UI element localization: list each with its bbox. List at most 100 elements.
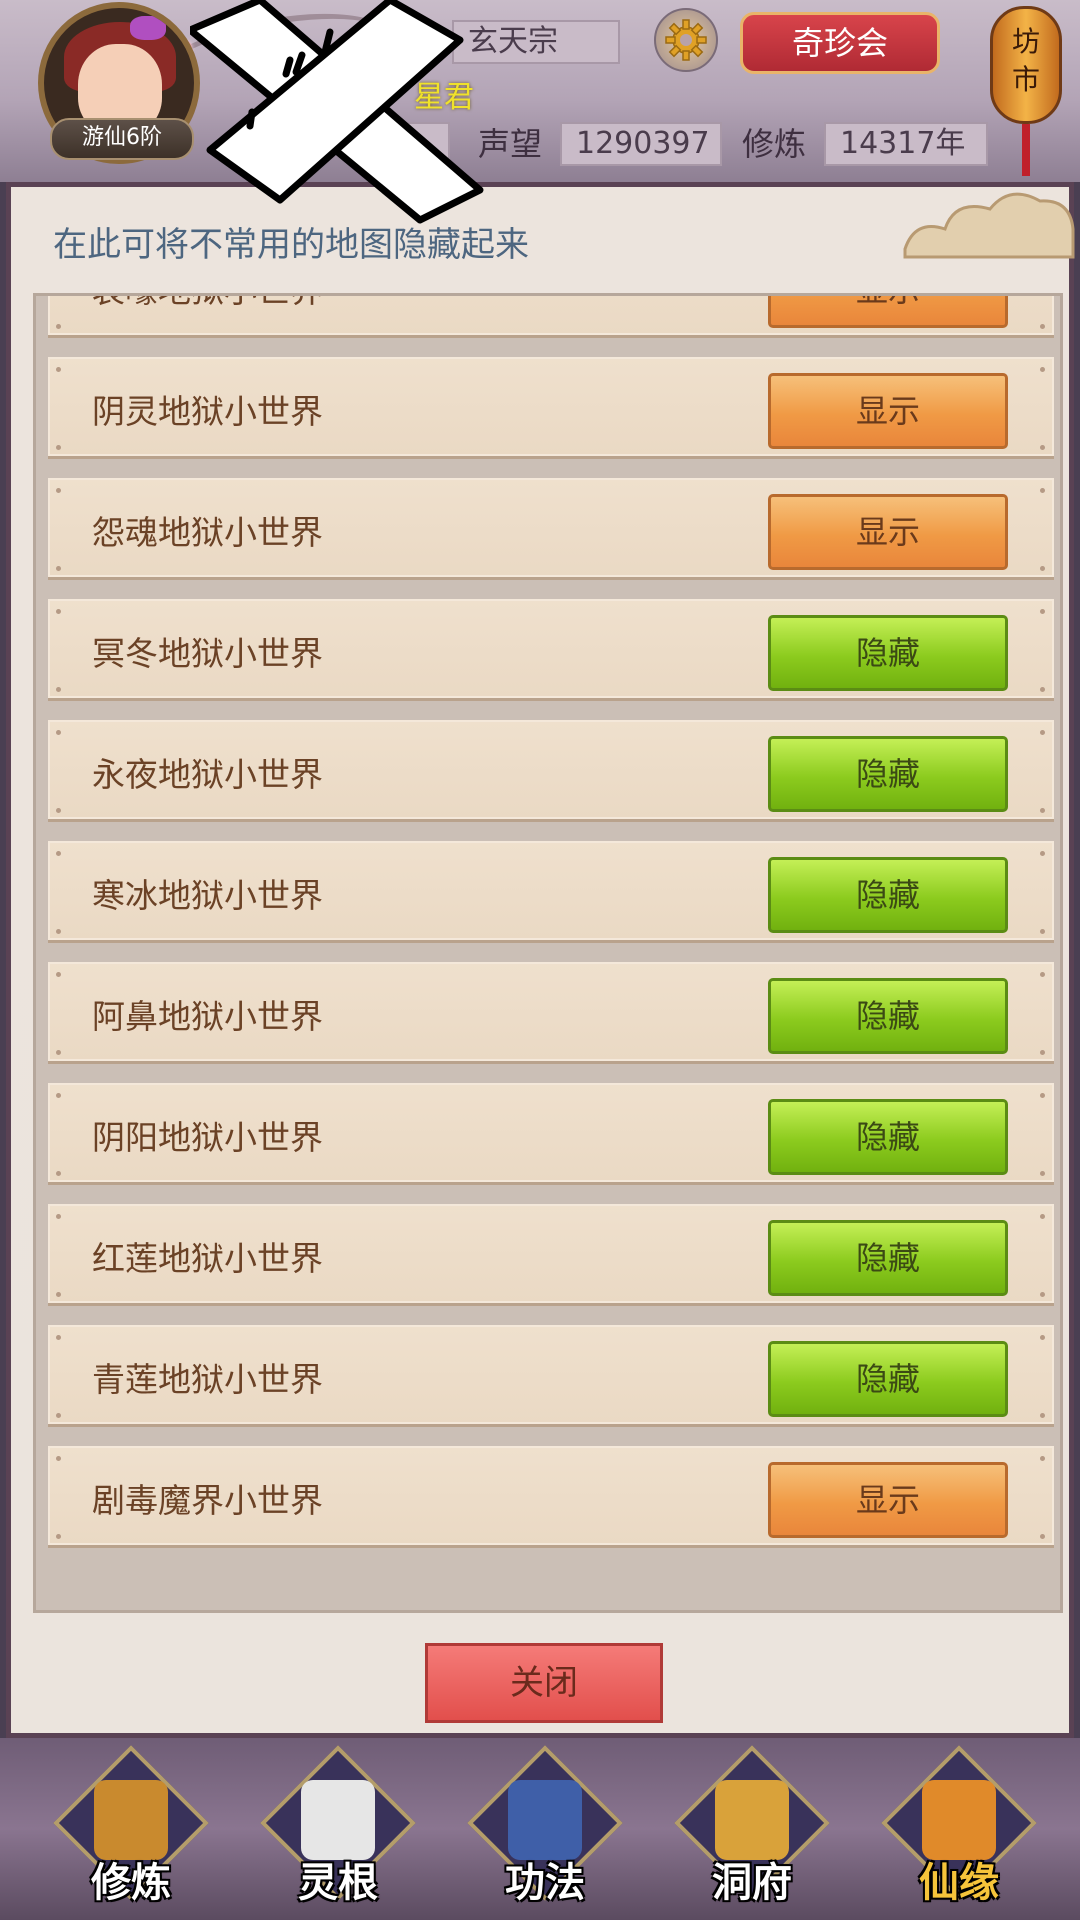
rivet-decoration	[1040, 1093, 1045, 1098]
show-map-button[interactable]: 显示	[768, 1462, 1008, 1538]
map-row: 青莲地狱小世界 隐藏	[48, 1325, 1054, 1427]
cloud-decoration	[903, 192, 1075, 259]
meditating-monk-icon	[94, 1780, 168, 1860]
top-status-bar: 游仙6阶 玄天宗 星君 声望 1290397 修炼 14317年 奇珍会 坊市	[0, 0, 1080, 182]
cultivation-rank-badge: 游仙6阶	[50, 118, 194, 160]
map-row: 哀嚎地狱小世界 显示	[48, 296, 1054, 338]
rivet-decoration	[1040, 445, 1045, 450]
map-name: 哀嚎地狱小世界	[92, 296, 323, 312]
rivet-decoration	[56, 1456, 61, 1461]
rivet-decoration	[56, 488, 61, 493]
map-list-scroll-area[interactable]: 哀嚎地狱小世界显示阴灵地狱小世界显示怨魂地狱小世界显示冥冬地狱小世界隐藏永夜地狱…	[33, 293, 1063, 1613]
rivet-decoration	[56, 1335, 61, 1340]
rivet-decoration	[1040, 1171, 1045, 1176]
rivet-decoration	[56, 445, 61, 450]
rivet-decoration	[56, 609, 61, 614]
map-row: 冥冬地狱小世界 隐藏	[48, 599, 1054, 701]
rivet-decoration	[56, 1534, 61, 1539]
rivet-decoration	[1040, 1214, 1045, 1219]
show-map-button[interactable]: 显示	[768, 373, 1008, 449]
map-row: 阴阳地狱小世界 隐藏	[48, 1083, 1054, 1185]
hide-map-button[interactable]: 隐藏	[768, 1220, 1008, 1296]
reputation-value: 1290397	[560, 122, 722, 166]
bottom-navigation: 修炼 灵根 功法 洞府 仙缘	[0, 1738, 1080, 1920]
nav-item-3[interactable]: 洞府	[674, 1745, 830, 1908]
rivet-decoration	[1040, 1456, 1045, 1461]
gourd-icon	[922, 1780, 996, 1860]
close-button[interactable]: 关闭	[425, 1643, 663, 1723]
rivet-decoration	[1040, 1050, 1045, 1055]
hide-map-button[interactable]: 隐藏	[768, 736, 1008, 812]
rivet-decoration	[56, 972, 61, 977]
rivet-decoration	[1040, 566, 1045, 571]
map-row: 阴灵地狱小世界 显示	[48, 357, 1054, 459]
hide-map-button[interactable]: 隐藏	[768, 1341, 1008, 1417]
crossed-tape-sticker	[190, 0, 484, 224]
map-row: 怨魂地狱小世界 显示	[48, 478, 1054, 580]
market-lantern-button[interactable]: 坊市	[990, 6, 1062, 124]
rivet-decoration	[56, 808, 61, 813]
map-visibility-panel: 在此可将不常用的地图隐藏起来 哀嚎地狱小世界显示阴灵地狱小世界显示怨魂地狱小世界…	[6, 182, 1075, 1738]
rivet-decoration	[1040, 1292, 1045, 1297]
map-name: 青莲地狱小世界	[92, 1360, 323, 1399]
nav-label: 功法	[505, 1860, 585, 1906]
rivet-decoration	[1040, 1413, 1045, 1418]
cultivation-years-value: 14317年	[824, 122, 988, 166]
show-map-button[interactable]: 显示	[768, 494, 1008, 570]
rivet-decoration	[56, 367, 61, 372]
settings-button[interactable]	[654, 8, 718, 72]
rivet-decoration	[56, 1093, 61, 1098]
map-list: 哀嚎地狱小世界显示阴灵地狱小世界显示怨魂地狱小世界显示冥冬地狱小世界隐藏永夜地狱…	[48, 296, 1054, 1567]
rivet-decoration	[56, 687, 61, 692]
rivet-decoration	[1040, 687, 1045, 692]
rivet-decoration	[1040, 1335, 1045, 1340]
rivet-decoration	[56, 1050, 61, 1055]
hide-map-button[interactable]: 隐藏	[768, 615, 1008, 691]
market-lantern-label: 坊市	[1011, 25, 1040, 96]
rivet-decoration	[1040, 488, 1045, 493]
rivet-decoration	[1040, 808, 1045, 813]
map-row: 寒冰地狱小世界 隐藏	[48, 841, 1054, 943]
map-row: 阿鼻地狱小世界 隐藏	[48, 962, 1054, 1064]
rivet-decoration	[1040, 324, 1045, 329]
hide-map-button[interactable]: 隐藏	[768, 978, 1008, 1054]
map-row: 剧毒魔界小世界 显示	[48, 1446, 1054, 1548]
nav-label: 灵根	[298, 1860, 378, 1906]
nav-label: 洞府	[712, 1860, 792, 1906]
nav-label: 仙缘	[919, 1860, 999, 1906]
nav-item-2[interactable]: 功法	[467, 1745, 623, 1908]
map-name: 阿鼻地狱小世界	[92, 997, 323, 1036]
rivet-decoration	[1040, 1534, 1045, 1539]
map-name: 剧毒魔界小世界	[92, 1481, 323, 1520]
rivet-decoration	[56, 566, 61, 571]
nav-item-0[interactable]: 修炼	[53, 1745, 209, 1908]
map-name: 怨魂地狱小世界	[92, 513, 323, 552]
scroll-book-icon	[508, 1780, 582, 1860]
rivet-decoration	[1040, 972, 1045, 977]
cultivation-label: 修炼	[742, 125, 807, 163]
map-name: 寒冰地狱小世界	[92, 876, 323, 915]
map-name: 红莲地狱小世界	[92, 1239, 323, 1278]
treasure-auction-button[interactable]: 奇珍会	[740, 12, 940, 74]
rivet-decoration	[56, 1214, 61, 1219]
map-row: 红莲地狱小世界 隐藏	[48, 1204, 1054, 1306]
map-row: 永夜地狱小世界 隐藏	[48, 720, 1054, 822]
lantern-tassel-decoration	[1022, 124, 1030, 176]
nav-label: 修炼	[91, 1860, 171, 1906]
hide-map-button[interactable]: 隐藏	[768, 857, 1008, 933]
pagoda-icon	[715, 1780, 789, 1860]
gear-icon	[665, 19, 707, 61]
rivet-decoration	[56, 730, 61, 735]
rivet-decoration	[1040, 609, 1045, 614]
rivet-decoration	[56, 851, 61, 856]
rivet-decoration	[1040, 367, 1045, 372]
rivet-decoration	[56, 1292, 61, 1297]
rivet-decoration	[56, 929, 61, 934]
show-map-button[interactable]: 显示	[768, 296, 1008, 328]
rivet-decoration	[56, 1171, 61, 1176]
hide-map-button[interactable]: 隐藏	[768, 1099, 1008, 1175]
yin-yang-sword-icon	[301, 1780, 375, 1860]
nav-item-4[interactable]: 仙缘	[881, 1745, 1037, 1908]
nav-item-1[interactable]: 灵根	[260, 1745, 416, 1908]
rivet-decoration	[1040, 730, 1045, 735]
